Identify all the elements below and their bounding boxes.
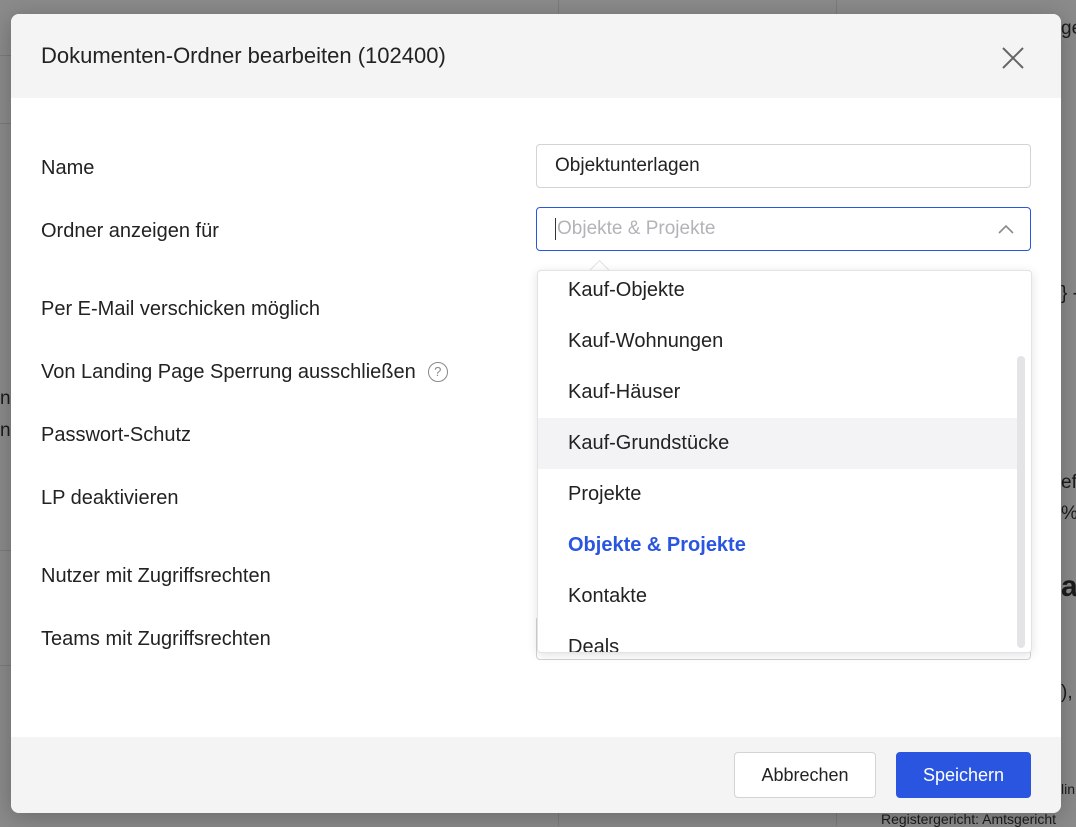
name-label: Name (41, 157, 95, 179)
lp-deactivate-label: LP deaktivieren (41, 487, 179, 509)
background-divider (0, 665, 11, 666)
close-button[interactable] (999, 44, 1027, 72)
dropdown-scrollbar[interactable] (1017, 356, 1025, 648)
dropdown-option-selected[interactable]: Objekte & Projekte (538, 520, 1018, 571)
background-text: n (0, 388, 11, 409)
name-input[interactable]: Objektunterlagen (536, 144, 1031, 188)
folder-for-select[interactable]: Objekte & Projekte (536, 207, 1031, 251)
question-circle-icon[interactable]: ? (427, 362, 448, 382)
background-text: na (0, 420, 11, 441)
landing-page-lock-text: Von Landing Page Sperrung ausschließen (41, 361, 416, 383)
dropdown-option-hovered[interactable]: Kauf-Grundstücke (538, 418, 1018, 469)
dialog-header: Dokumenten-Ordner bearbeiten (102400) (11, 14, 1061, 98)
users-access-label: Nutzer mit Zugriffsrechten (41, 565, 271, 587)
background-text: lin (1061, 781, 1076, 797)
background-text: efi (1061, 472, 1076, 493)
teams-access-label: Teams mit Zugriffsrechten (41, 628, 271, 650)
background-divider (0, 123, 11, 124)
edit-folder-dialog: Dokumenten-Ordner bearbeiten (102400) Na… (11, 14, 1061, 813)
dialog-footer: Abbrechen Speichern (11, 737, 1061, 813)
dropdown-option[interactable]: Kontakte (538, 571, 1018, 622)
chevron-up-icon (998, 224, 1014, 234)
background-text: ge (1061, 18, 1076, 39)
cancel-button[interactable]: Abbrechen (734, 752, 876, 798)
dropdown-option[interactable]: Projekte (538, 469, 1018, 520)
landing-page-lock-label: Von Landing Page Sperrung ausschließen? (41, 361, 448, 384)
folder-for-label: Ordner anzeigen für (41, 220, 219, 242)
text-cursor (555, 218, 556, 240)
email-send-label: Per E-Mail verschicken möglich (41, 298, 320, 320)
save-button[interactable]: Speichern (896, 752, 1031, 798)
background-text: %} (1061, 503, 1076, 525)
dropdown-option[interactable]: Deals (538, 622, 1018, 652)
background-text: } - (1061, 283, 1076, 304)
background-text: Registergericht: Amtsgericht (881, 811, 1057, 827)
dropdown-option[interactable]: Kauf-Häuser (538, 367, 1018, 418)
password-label: Passwort-Schutz (41, 424, 192, 446)
folder-for-placeholder: Objekte & Projekte (557, 218, 716, 239)
background-text: ), 1 (1061, 682, 1076, 703)
dialog-title: Dokumenten-Ordner bearbeiten (102400) (41, 43, 446, 68)
background-text: ac (1061, 570, 1076, 603)
background-divider (0, 55, 11, 56)
dropdown-option[interactable]: Kauf-Wohnungen (538, 316, 1018, 367)
name-input-value: Objektunterlagen (555, 155, 700, 176)
background-divider (0, 550, 11, 551)
dropdown-option[interactable]: Kauf-Objekte (538, 271, 1018, 316)
close-icon (1002, 47, 1024, 69)
folder-for-dropdown: Kauf-Objekte Kauf-Wohnungen Kauf-Häuser … (537, 270, 1032, 653)
